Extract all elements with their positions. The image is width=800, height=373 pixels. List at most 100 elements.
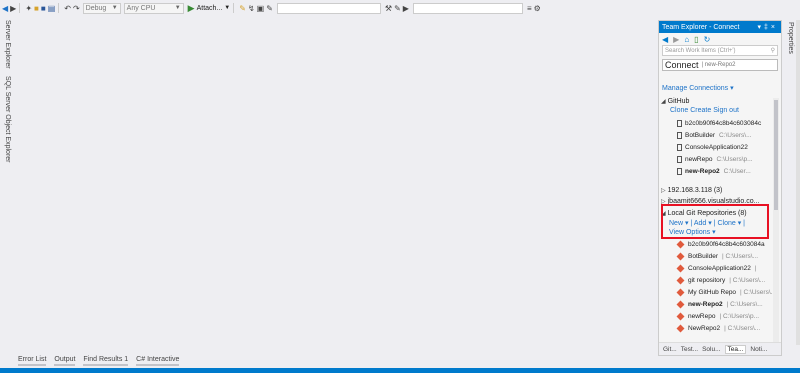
- tab-git[interactable]: Git...: [663, 346, 677, 353]
- tab-error-list[interactable]: Error List: [18, 356, 47, 366]
- tab-csharp-interactive[interactable]: C# Interactive: [136, 356, 180, 366]
- list-item[interactable]: ConsoleApplication22 |: [676, 264, 757, 273]
- connect-header[interactable]: Connect | new-Repo2: [662, 59, 778, 71]
- left-tool-tabs: Server Explorer SQL Server Object Explor…: [0, 16, 16, 346]
- platform-dropdown[interactable]: Any CPU ▼: [123, 2, 184, 14]
- search-work-items-input[interactable]: Search Work Items (Ctrl+') ⚲: [662, 45, 778, 56]
- find-input[interactable]: [276, 2, 381, 14]
- main-toolbar: ◀ ▶ ✦ ■ ■ ▤ ↶ ↷ Debug ▼ Any CPU ▼ ▶ Atta…: [0, 0, 800, 16]
- git-icon: [676, 288, 685, 297]
- scrollbar-thumb[interactable]: [774, 100, 778, 210]
- chevron-down-icon: ▼: [174, 5, 181, 11]
- connect-repo: | new-Repo2: [701, 62, 736, 68]
- device-icon: [677, 120, 682, 127]
- attach-button[interactable]: ▶ Attach... ▼: [188, 3, 231, 14]
- server-section-header[interactable]: ▷ 192.168.3.118 (3): [661, 187, 722, 194]
- tab-team[interactable]: Tea...: [724, 344, 747, 354]
- list-item[interactable]: newRepo | C:\Users\p...: [676, 312, 759, 321]
- git-icon: [676, 264, 685, 273]
- git-icon: [676, 240, 685, 249]
- settings-icon[interactable]: ⚙: [534, 2, 541, 14]
- git-icon: [676, 252, 685, 261]
- plug-icon[interactable]: ▯: [694, 35, 698, 44]
- wrench-icon[interactable]: ⚒: [385, 2, 392, 14]
- comment-icon[interactable]: ▣: [257, 2, 265, 14]
- manage-connections-link[interactable]: Manage Connections ▾: [662, 84, 734, 92]
- search-combo[interactable]: [412, 2, 523, 14]
- github-section-header[interactable]: ◢ GitHub: [661, 98, 689, 105]
- git-icon: [676, 300, 685, 309]
- find-icon[interactable]: ✎: [266, 2, 273, 14]
- list-item[interactable]: b2c0b90f64c8b4c603084c: [677, 120, 761, 127]
- branch-icon[interactable]: ↯: [248, 2, 255, 14]
- save-icon[interactable]: ■: [41, 2, 46, 14]
- back-icon[interactable]: ◀: [2, 2, 8, 14]
- forward-icon[interactable]: ▶: [10, 2, 16, 14]
- search-placeholder: Search Work Items (Ctrl+'): [665, 47, 736, 54]
- status-bar: [0, 368, 800, 373]
- chevron-down-icon: ▼: [224, 5, 231, 11]
- toolbar-separator: [58, 3, 60, 13]
- tab-solution[interactable]: Solu...: [702, 346, 720, 353]
- team-explorer-nav: ◀ ▶ ⌂ ▯ ↻: [659, 33, 781, 45]
- git-icon: [676, 324, 685, 333]
- list-item[interactable]: new-Repo2 | C:\Users\...: [676, 300, 763, 309]
- create-link[interactable]: Create: [690, 107, 711, 114]
- forward-icon[interactable]: ▶: [673, 35, 679, 44]
- properties-tab[interactable]: Properties: [787, 22, 794, 54]
- refresh-icon[interactable]: ↻: [704, 35, 711, 44]
- list-item[interactable]: ConsoleApplication22: [677, 144, 748, 151]
- list-item[interactable]: newRepo C:\Users\p...: [677, 156, 753, 163]
- list-item[interactable]: BotBuilder | C:\Users\...: [676, 252, 758, 261]
- list-item[interactable]: BotBuilder C:\Users\...: [677, 132, 752, 139]
- team-explorer-title: Team Explorer - Connect: [662, 23, 740, 31]
- collapse-triangle-icon: ◢: [661, 99, 666, 105]
- list-item[interactable]: git repository | C:\Users\...: [676, 276, 765, 285]
- sign-out-link[interactable]: Sign out: [713, 107, 739, 114]
- configuration-dropdown[interactable]: Debug ▼: [82, 2, 121, 14]
- save-all-icon[interactable]: ▤: [48, 2, 56, 14]
- git-icon: [676, 312, 685, 321]
- bottom-tool-tabs: Error List Output Find Results 1 C# Inte…: [18, 356, 187, 366]
- tab-notifications[interactable]: Noti...: [750, 346, 767, 353]
- list-item[interactable]: new-Repo2 C:\User...: [677, 168, 751, 175]
- team-explorer-scrollbar[interactable]: [773, 98, 779, 345]
- back-icon[interactable]: ◀: [662, 35, 668, 44]
- chevron-down-icon: ▼: [111, 5, 118, 11]
- search-icon[interactable]: ⚲: [771, 47, 775, 54]
- device-icon: [677, 132, 682, 139]
- clone-link[interactable]: Clone: [670, 107, 688, 114]
- connect-label: Connect: [665, 60, 699, 70]
- arrow-icon[interactable]: ▶: [403, 2, 409, 14]
- list-item[interactable]: My GitHub Repo | C:\Users\...: [676, 288, 776, 297]
- toolbar-separator: [233, 3, 235, 13]
- right-scrollbar[interactable]: [796, 20, 800, 345]
- github-links: Clone Create Sign out: [670, 107, 739, 114]
- device-icon: [677, 168, 682, 175]
- open-icon[interactable]: ■: [34, 2, 39, 14]
- sql-server-object-explorer-tab[interactable]: SQL Server Object Explorer: [4, 76, 11, 163]
- redo-icon[interactable]: ↷: [73, 2, 80, 14]
- menu-icon[interactable]: ≡: [527, 2, 532, 14]
- team-explorer-title-bar: Team Explorer - Connect ▾‡×: [659, 21, 781, 33]
- team-explorer-tabs: Git... Test... Solu... Tea... Noti...: [659, 342, 781, 355]
- server-explorer-tab[interactable]: Server Explorer: [4, 20, 11, 69]
- git-icon: [676, 276, 685, 285]
- platform-value: Any CPU: [126, 4, 156, 12]
- home-icon[interactable]: ⌂: [684, 35, 689, 44]
- list-item[interactable]: b2c0b90f64c8b4c603084a: [676, 240, 765, 249]
- toolbar-separator: [19, 3, 21, 13]
- highlight-box: [661, 204, 769, 239]
- tab-output[interactable]: Output: [54, 356, 76, 366]
- undo-icon[interactable]: ↶: [64, 2, 71, 14]
- new-project-icon[interactable]: ✦: [25, 2, 32, 14]
- play-icon: ▶: [187, 2, 195, 13]
- window-controls[interactable]: ▾‡×: [758, 23, 779, 31]
- tab-test[interactable]: Test...: [681, 346, 698, 353]
- attach-label: Attach...: [196, 4, 223, 12]
- tab-find-results[interactable]: Find Results 1: [83, 356, 129, 366]
- pencil-icon[interactable]: ✎: [394, 2, 401, 14]
- extension-icon[interactable]: ✎: [239, 2, 246, 14]
- list-item[interactable]: NewRepo2 | C:\Users\...: [676, 324, 760, 333]
- device-icon: [677, 156, 682, 163]
